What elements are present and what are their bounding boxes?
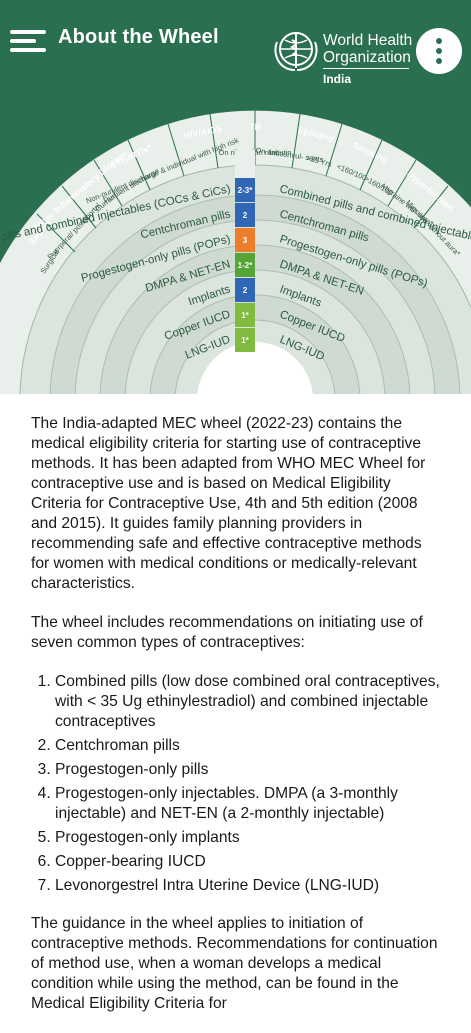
list-item: Copper-bearing IUCD bbox=[55, 852, 443, 872]
list-item: Progestogen-only injectables. DMPA (a 3-… bbox=[55, 784, 443, 824]
intro-paragraph: The India-adapted MEC wheel (2022-23) co… bbox=[31, 415, 426, 592]
hamburger-menu-icon bbox=[10, 30, 46, 34]
wheel-hero: Sepsis Pelvic Inflammatory Disease STIs/RT… bbox=[0, 0, 471, 394]
menu-button[interactable] bbox=[8, 26, 50, 56]
more-vert-icon bbox=[436, 38, 442, 44]
about-content: The India-adapted MEC wheel (2022-23) co… bbox=[31, 414, 443, 1033]
contraceptive-list: Combined pills (low dose combined oral c… bbox=[31, 672, 443, 896]
category-value: 3 bbox=[243, 236, 248, 245]
who-logo: World Health Organization India bbox=[273, 28, 413, 88]
list-item: Combined pills (low dose combined oral c… bbox=[55, 672, 443, 732]
org-country: India bbox=[323, 72, 352, 86]
top-app-bar: About the Wheel World Health Organizatio… bbox=[0, 0, 471, 95]
more-options-button[interactable] bbox=[416, 28, 462, 74]
list-item: Centchroman pills bbox=[55, 736, 443, 756]
list-item: Progestogen-only pills bbox=[55, 760, 443, 780]
who-emblem-icon bbox=[274, 32, 318, 71]
more-vert-icon-dot bbox=[436, 48, 442, 54]
org-name-line1: World Health bbox=[323, 32, 413, 49]
page-title: About the Wheel bbox=[58, 26, 219, 48]
category-value: 2-3* bbox=[238, 186, 254, 195]
org-divider bbox=[323, 68, 409, 69]
category-value: 2 bbox=[243, 211, 248, 220]
more-vert-icon-dot bbox=[436, 58, 442, 64]
category-value: 2 bbox=[243, 286, 248, 295]
hamburger-menu-icon-bar bbox=[10, 48, 46, 52]
list-item: Levonorgestrel Intra Uterine Device (LNG… bbox=[55, 876, 443, 896]
org-name-line2: Organization bbox=[323, 49, 411, 66]
guidance-paragraph: The guidance in the wheel applies to ini… bbox=[31, 915, 438, 1012]
category-value: 1* bbox=[241, 311, 249, 320]
hamburger-menu-icon-bar bbox=[10, 39, 36, 43]
category-value: 1* bbox=[241, 336, 249, 345]
list-item: Progestogen-only implants bbox=[55, 828, 443, 848]
condition-header: TB bbox=[249, 122, 261, 132]
list-intro-paragraph: The wheel includes recommendations on in… bbox=[31, 614, 423, 651]
category-value: 1-2* bbox=[238, 261, 254, 270]
